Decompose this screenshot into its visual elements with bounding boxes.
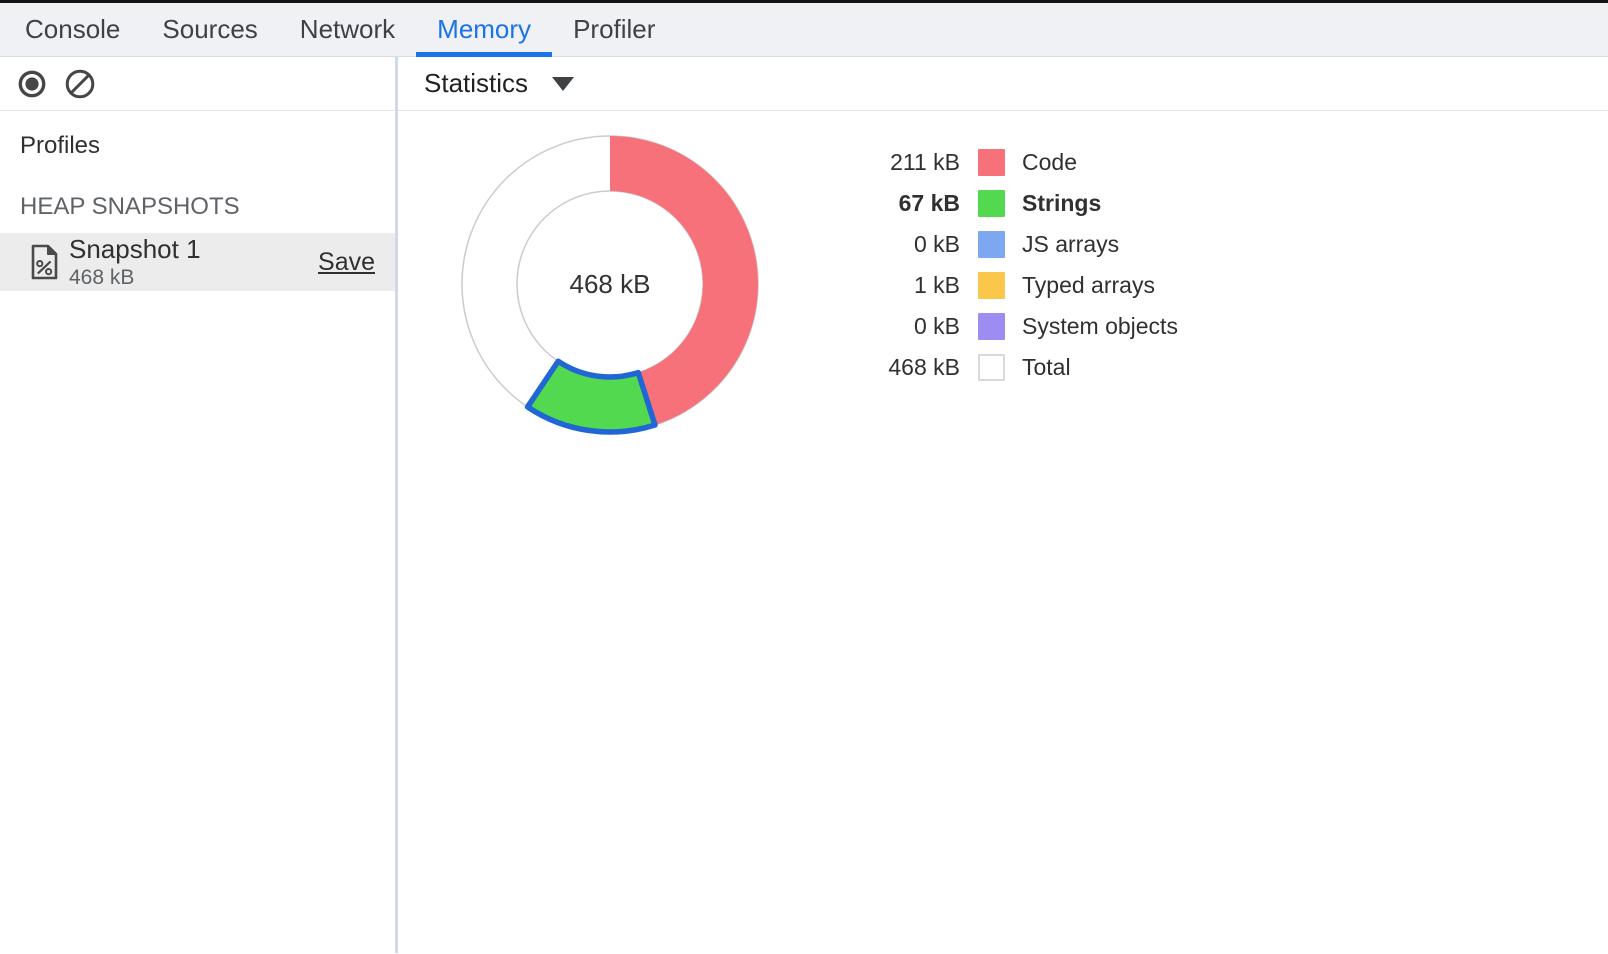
legend-row-js-arrays[interactable]: 0 kB JS arrays bbox=[863, 224, 1178, 265]
perspective-select-value: Statistics bbox=[424, 68, 528, 99]
snapshot-list-item[interactable]: Snapshot 1 468 kB Save bbox=[0, 233, 395, 291]
clear-icon bbox=[65, 69, 95, 99]
legend-value: 67 kB bbox=[863, 190, 960, 217]
tab-network[interactable]: Network bbox=[279, 3, 416, 56]
legend-swatch-typed-arrays-icon bbox=[978, 272, 1005, 299]
chevron-down-icon bbox=[552, 77, 574, 91]
snapshot-size: 468 kB bbox=[69, 266, 201, 289]
tab-profiler[interactable]: Profiler bbox=[552, 3, 676, 56]
legend-label: JS arrays bbox=[1022, 231, 1119, 258]
snapshot-text: Snapshot 1 468 kB bbox=[69, 235, 201, 289]
legend-row-strings[interactable]: 67 kB Strings bbox=[863, 183, 1178, 224]
statistics-toolbar: Statistics bbox=[398, 57, 1608, 111]
legend-value: 0 kB bbox=[863, 313, 960, 340]
clear-profiles-button[interactable] bbox=[65, 69, 95, 99]
legend-swatch-strings-icon bbox=[978, 190, 1005, 217]
legend-swatch-code-icon bbox=[978, 149, 1005, 176]
legend-value: 211 kB bbox=[863, 149, 960, 176]
legend-value: 1 kB bbox=[863, 272, 960, 299]
legend-row-typed-arrays[interactable]: 1 kB Typed arrays bbox=[863, 265, 1178, 306]
legend-label: Typed arrays bbox=[1022, 272, 1155, 299]
record-heap-snapshot-button[interactable] bbox=[17, 69, 47, 99]
profiles-heading: Profiles bbox=[20, 132, 395, 160]
heap-statistics-donut-chart bbox=[450, 124, 770, 444]
pie-legend: 211 kB Code 67 kB Strings 0 kB JS arrays 1 kB T… bbox=[863, 142, 1178, 388]
legend-row-total[interactable]: 468 kB Total bbox=[863, 347, 1178, 388]
statistics-chart-area: 468 kB 211 kB Code 67 kB Strings 0 kB JS arra… bbox=[398, 111, 1608, 953]
devtools-window: ConsoleSourcesNetworkMemoryProfiler bbox=[0, 0, 1608, 954]
legend-swatch-system-objects-icon bbox=[978, 313, 1005, 340]
tab-console[interactable]: Console bbox=[4, 3, 141, 56]
profiles-sidebar: Profiles HEAP SNAPSHOTS Snapshot 1 468 k… bbox=[0, 57, 398, 953]
save-snapshot-link[interactable]: Save bbox=[318, 248, 385, 277]
legend-row-system-objects[interactable]: 0 kB System objects bbox=[863, 306, 1178, 347]
perspective-select[interactable]: Statistics bbox=[418, 64, 580, 103]
heap-snapshots-group-heading: HEAP SNAPSHOTS bbox=[20, 193, 395, 221]
legend-label: Total bbox=[1022, 354, 1071, 381]
pie-slice-strings[interactable] bbox=[528, 361, 655, 432]
devtools-body: Profiles HEAP SNAPSHOTS Snapshot 1 468 k… bbox=[0, 57, 1608, 953]
legend-value: 468 kB bbox=[863, 354, 960, 381]
legend-value: 0 kB bbox=[863, 231, 960, 258]
snapshot-file-icon bbox=[30, 244, 59, 280]
legend-label: Strings bbox=[1022, 190, 1101, 217]
record-icon bbox=[17, 69, 47, 99]
pie-outline-circle bbox=[517, 191, 703, 377]
legend-swatch-total-icon bbox=[978, 354, 1005, 381]
profiles-list-panel: Profiles HEAP SNAPSHOTS Snapshot 1 468 k… bbox=[0, 111, 395, 953]
snapshot-title: Snapshot 1 bbox=[69, 235, 201, 264]
memory-main-panel: Statistics 468 kB 211 kB Code 67 kB Strings… bbox=[398, 57, 1608, 953]
tab-memory[interactable]: Memory bbox=[416, 3, 552, 56]
legend-label: System objects bbox=[1022, 313, 1178, 340]
legend-label: Code bbox=[1022, 149, 1077, 176]
legend-row-code[interactable]: 211 kB Code bbox=[863, 142, 1178, 183]
profiler-toolbar bbox=[0, 57, 395, 111]
legend-swatch-js-arrays-icon bbox=[978, 231, 1005, 258]
devtools-tabbar: ConsoleSourcesNetworkMemoryProfiler bbox=[0, 3, 1608, 57]
tab-sources[interactable]: Sources bbox=[141, 3, 278, 56]
